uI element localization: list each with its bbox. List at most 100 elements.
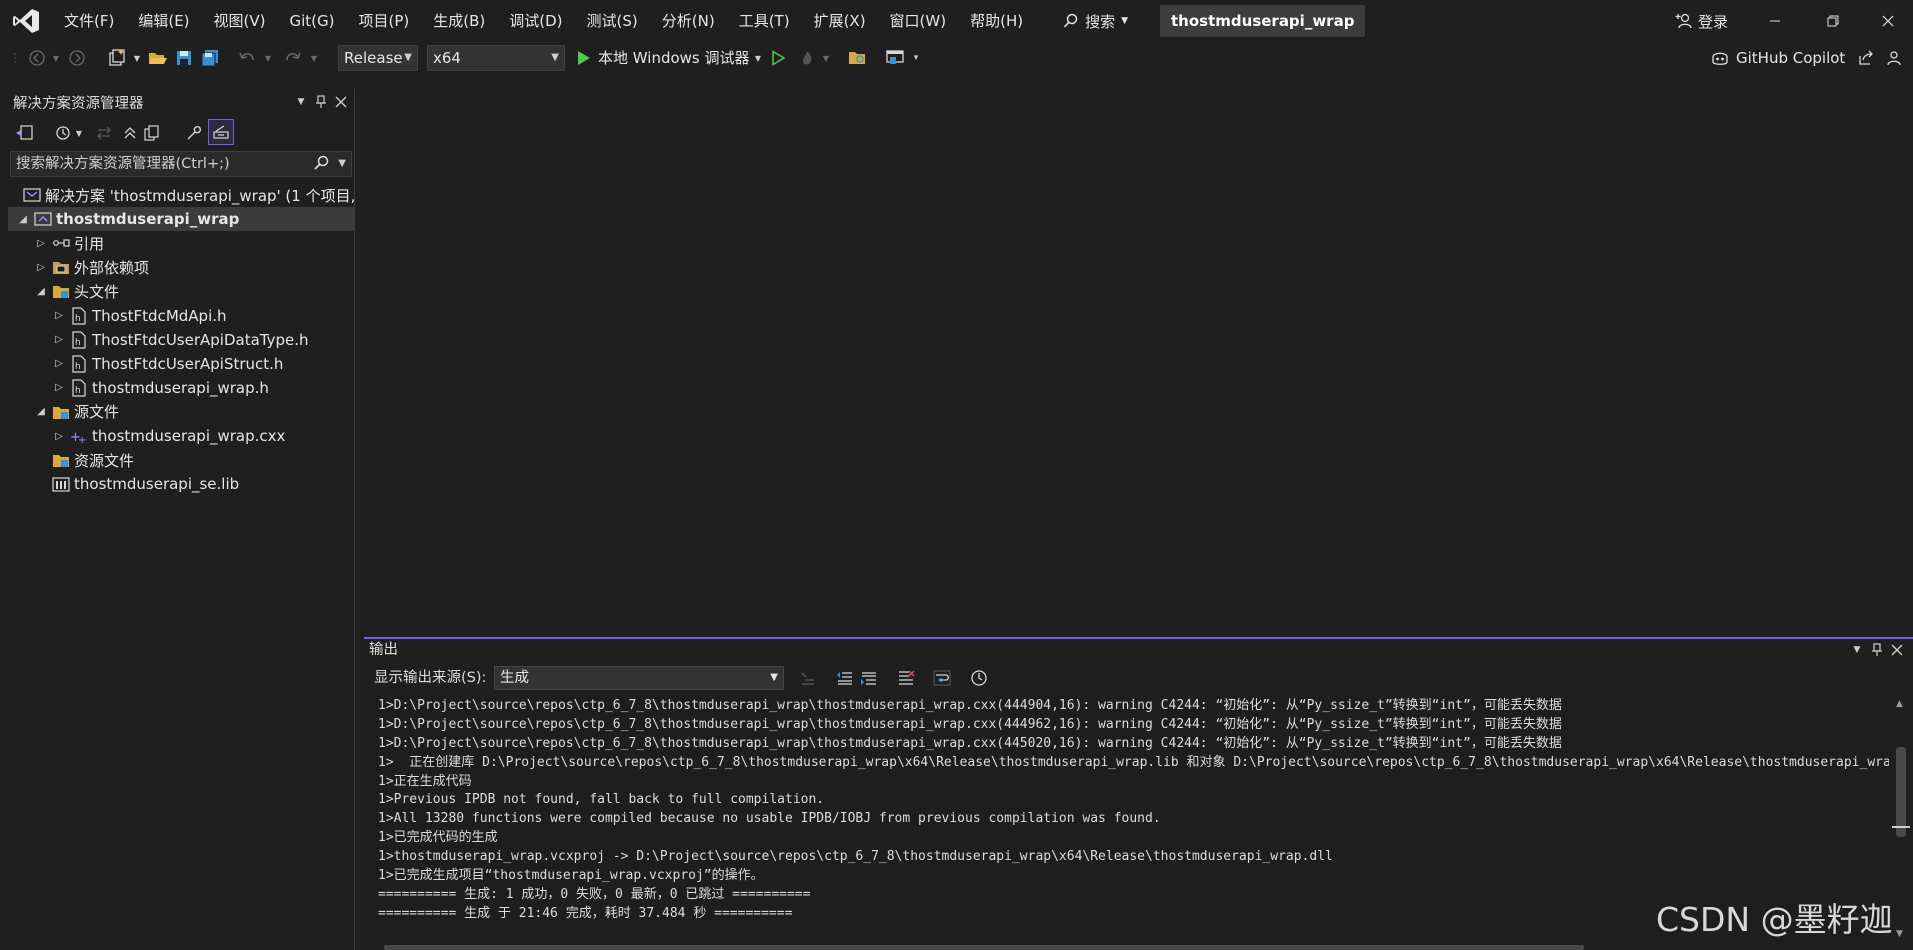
collapsed-arrow-icon[interactable]: ▷	[52, 309, 66, 323]
collapsed-arrow-icon[interactable]: ▷	[52, 381, 66, 395]
tree-item[interactable]: ◢ thostmduserapi_wrap	[8, 207, 355, 232]
output-close-button[interactable]	[1887, 640, 1907, 660]
toolbar-overflow[interactable]: ▾	[910, 46, 922, 70]
preview-icon	[213, 125, 229, 139]
preview-selected-items-button[interactable]	[208, 119, 234, 145]
output-source-select[interactable]: 生成 ▼	[494, 666, 784, 690]
login-button[interactable]: 登录	[1675, 0, 1728, 42]
redo-dropdown[interactable]: ▼	[308, 46, 320, 70]
sync-active-document-button[interactable]	[94, 121, 114, 145]
tree-item[interactable]: ▷ h thostmduserapi_wrap.h	[8, 376, 355, 400]
menu-extensions[interactable]: 扩展(X)	[802, 0, 878, 42]
hot-reload-button[interactable]	[796, 46, 818, 70]
configuration-select[interactable]: Release ▼	[338, 45, 418, 71]
next-message-button[interactable]	[858, 666, 880, 690]
platform-select[interactable]: x64 ▼	[427, 45, 565, 71]
output-options-button[interactable]: ▼	[1847, 640, 1867, 660]
run-target-dropdown[interactable]: ▼	[752, 46, 764, 70]
open-file-button[interactable]	[147, 46, 169, 70]
tree-item[interactable]: ▷ h ThostFtdcUserApiStruct.h	[8, 352, 355, 376]
menu-build[interactable]: 生成(B)	[421, 0, 497, 42]
collapsed-arrow-icon[interactable]: ▷	[34, 260, 48, 274]
close-panel-button[interactable]	[331, 92, 351, 112]
show-timestamps-button[interactable]	[968, 666, 990, 690]
collapsed-arrow-icon[interactable]: ▷	[52, 429, 66, 443]
tree-item[interactable]: ▷ + + thostmduserapi_wrap.cxx	[8, 424, 355, 448]
tree-item[interactable]: ▷ h ThostFtdcUserApiDataType.h	[8, 328, 355, 352]
undo-button[interactable]	[236, 46, 258, 70]
collapsed-arrow-icon[interactable]: ▷	[52, 333, 66, 347]
menu-git[interactable]: Git(G)	[278, 0, 347, 42]
expanded-arrow-icon[interactable]: ◢	[34, 405, 48, 419]
menu-project[interactable]: 项目(P)	[347, 0, 422, 42]
start-without-debugging-button[interactable]	[768, 46, 788, 70]
menu-view[interactable]: 视图(V)	[202, 0, 278, 42]
browse-button[interactable]	[847, 46, 869, 70]
scrollbar-thumb[interactable]	[384, 945, 1584, 950]
go-to-message-button[interactable]	[797, 666, 819, 690]
scroll-down-icon[interactable]: ▼	[1896, 929, 1903, 939]
start-debugging-button[interactable]	[573, 46, 593, 70]
forward-button[interactable]	[66, 46, 88, 70]
tree-item[interactable]: ▷ 引用	[8, 231, 355, 255]
save-all-button[interactable]	[199, 46, 221, 70]
previous-message-button[interactable]	[834, 666, 856, 690]
tree-item[interactable]: thostmduserapi_se.lib	[8, 472, 355, 496]
toggle-word-wrap-button[interactable]	[931, 666, 953, 690]
back-button[interactable]	[26, 46, 48, 70]
solution-explorer-search-input[interactable]: 搜索解决方案资源管理器(Ctrl+;) ▼	[10, 151, 352, 177]
hot-reload-dropdown[interactable]: ▼	[820, 46, 832, 70]
redo-button[interactable]	[282, 46, 304, 70]
minimize-button[interactable]	[1746, 0, 1804, 42]
github-copilot-button[interactable]: GitHub Copilot	[1710, 46, 1845, 70]
collapsed-arrow-icon[interactable]: ▷	[34, 236, 48, 250]
expanded-arrow-icon[interactable]: ◢	[16, 212, 30, 226]
tree-item[interactable]: ◢ 头文件	[8, 279, 355, 303]
pending-changes-filter-button[interactable]	[53, 121, 73, 145]
show-all-files-button[interactable]	[142, 121, 162, 145]
scrollbar-thumb[interactable]	[1896, 747, 1906, 837]
panel-options-button[interactable]: ▼	[291, 92, 311, 112]
project-title: thostmduserapi_wrap	[1160, 5, 1366, 37]
pin-button[interactable]	[311, 92, 331, 112]
menu-edit[interactable]: 编辑(E)	[126, 0, 201, 42]
output-line: 1> 正在创建库 D:\Project\source\repos\ctp_6_7…	[378, 754, 1889, 770]
menu-help[interactable]: 帮助(H)	[958, 0, 1035, 42]
menu-window[interactable]: 窗口(W)	[878, 0, 959, 42]
output-pin-button[interactable]	[1867, 640, 1887, 660]
filter-dropdown[interactable]: ▼	[73, 121, 85, 145]
menu-test[interactable]: 测试(S)	[575, 0, 650, 42]
tree-item[interactable]: ▷ h ThostFtdcMdApi.h	[8, 304, 355, 328]
share-button[interactable]	[1856, 46, 1876, 70]
menu-file[interactable]: 文件(F)	[52, 0, 126, 42]
new-dropdown[interactable]: ▼	[131, 46, 143, 70]
tree-item[interactable]: 解决方案 'thostmduserapi_wrap' (1 个项目,	[8, 183, 355, 207]
undo-dropdown[interactable]: ▼	[262, 46, 274, 70]
tree-item[interactable]: ◢ 源文件	[8, 400, 355, 424]
window-layout-button[interactable]	[884, 46, 906, 70]
scroll-up-icon[interactable]: ▲	[1896, 699, 1903, 709]
new-project-button[interactable]	[105, 46, 129, 70]
tree-item[interactable]: ▷ 外部依赖项	[8, 255, 355, 279]
feedback-button[interactable]	[1884, 46, 1904, 70]
output-horizontal-scrollbar[interactable]	[364, 942, 1889, 950]
close-window-button[interactable]	[1862, 0, 1913, 42]
menu-debug[interactable]: 调试(D)	[497, 0, 574, 42]
menu-analyze[interactable]: 分析(N)	[650, 0, 727, 42]
tree-item[interactable]: 资源文件	[8, 448, 355, 472]
run-target-label[interactable]: 本地 Windows 调试器	[598, 46, 750, 70]
output-vertical-scrollbar[interactable]: ▲ ▼	[1889, 697, 1913, 942]
svg-text:h: h	[75, 386, 81, 396]
switch-views-button[interactable]	[13, 121, 35, 145]
clear-all-button[interactable]	[895, 666, 917, 690]
properties-button[interactable]	[184, 121, 204, 145]
restore-button[interactable]	[1804, 0, 1862, 42]
global-search-button[interactable]: 搜索 ▼	[1053, 6, 1138, 36]
back-dropdown[interactable]: ▼	[50, 46, 62, 70]
expanded-arrow-icon[interactable]: ◢	[34, 284, 48, 298]
visual-studio-logo-icon[interactable]	[0, 0, 52, 42]
collapsed-arrow-icon[interactable]: ▷	[52, 357, 66, 371]
collapse-all-button[interactable]	[120, 121, 140, 145]
save-button[interactable]	[173, 46, 195, 70]
menu-tools[interactable]: 工具(T)	[727, 0, 802, 42]
